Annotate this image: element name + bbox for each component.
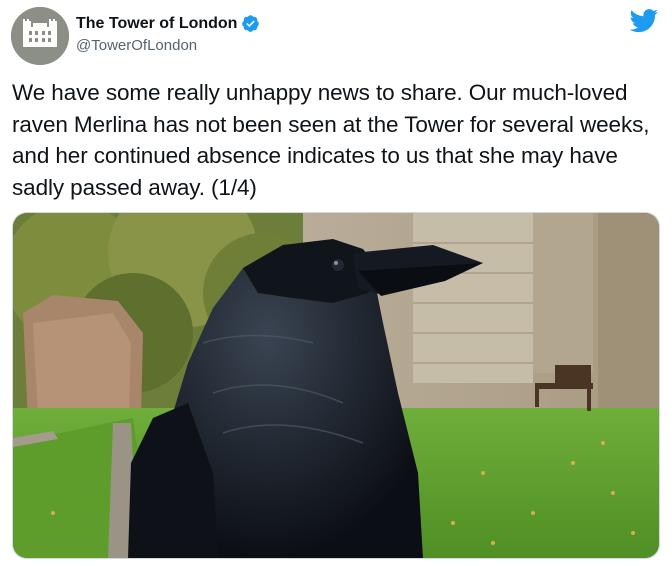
tweet-card[interactable]: The Tower of London @TowerOfLondon We ha…	[0, 0, 672, 566]
raven-photo	[13, 213, 659, 558]
tweet-text: We have some really unhappy news to shar…	[12, 80, 650, 200]
twitter-bird-icon[interactable]	[629, 9, 659, 33]
tweet-photo[interactable]	[12, 212, 660, 559]
account-handle[interactable]: @TowerOfLondon	[76, 37, 197, 54]
verified-badge-icon	[241, 14, 260, 33]
account-avatar[interactable]	[11, 7, 69, 65]
tower-avatar-icon	[11, 7, 69, 65]
account-name-row[interactable]: The Tower of London	[76, 14, 260, 33]
account-display-name[interactable]: The Tower of London	[76, 15, 237, 33]
